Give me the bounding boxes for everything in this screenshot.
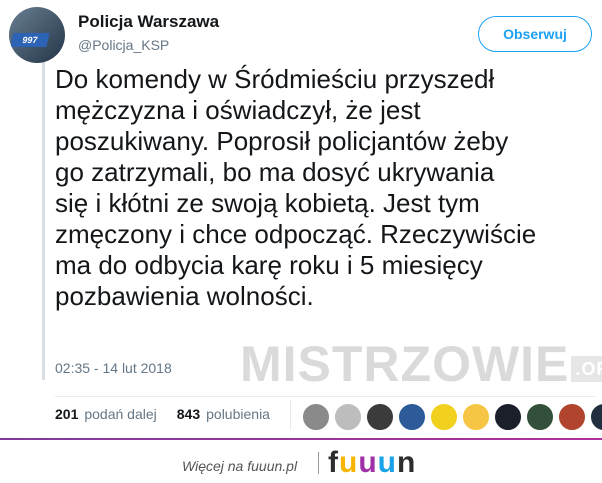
quote-rail — [42, 58, 45, 380]
tweet-line: mężczyzna i oświadczył, że jest — [55, 95, 421, 125]
logo-letter: u — [339, 446, 359, 479]
watermark: MISTRZOWIE .ORG — [240, 338, 602, 390]
liker-avatar[interactable] — [558, 403, 586, 431]
footer: Więcej na fuuun.pl fuuun — [0, 440, 602, 483]
retweets-label[interactable]: podań dalej — [84, 406, 156, 422]
liker-avatar[interactable] — [334, 403, 362, 431]
liker-avatar[interactable] — [590, 403, 602, 431]
liker-avatar[interactable] — [494, 403, 522, 431]
logo-letter: u — [358, 446, 378, 479]
author-handle[interactable]: @Policja_KSP — [78, 37, 169, 53]
liker-avatar[interactable] — [366, 403, 394, 431]
liker-avatar[interactable] — [462, 403, 490, 431]
left-rail — [0, 0, 46, 440]
tweet-line: Do komendy w Śródmieściu przyszedł — [55, 64, 495, 94]
liker-avatars — [302, 403, 602, 431]
avatar[interactable]: 997 — [9, 7, 65, 63]
liker-avatar[interactable] — [526, 403, 554, 431]
stats-divider-top — [55, 396, 595, 397]
watermark-text: MISTRZOWIE — [240, 336, 570, 392]
tweet-line: pozbawienia wolności. — [55, 281, 314, 311]
tweet-text: Do komendy w Śródmieściu przyszedł mężcz… — [55, 64, 595, 312]
footer-separator — [318, 452, 319, 474]
liker-avatar[interactable] — [430, 403, 458, 431]
engagement-stats: 201 podań dalej 843 polubienia — [55, 406, 270, 422]
liker-avatar[interactable] — [398, 403, 426, 431]
tweet-line: go zatrzymali, bo ma dosyć ukrywania — [55, 157, 495, 187]
footer-link[interactable]: Więcej na fuuun.pl — [182, 458, 297, 474]
logo-letter: f — [328, 446, 339, 479]
likes-count[interactable]: 843 — [177, 406, 200, 422]
tweet-line: się i kłótni ze swoją kobietą. Jest tym — [55, 188, 480, 218]
logo-letter: u — [377, 446, 397, 479]
follow-button[interactable]: Obserwuj — [478, 16, 592, 52]
avatar-badge: 997 — [10, 33, 50, 47]
liker-avatar[interactable] — [302, 403, 330, 431]
tweet-line: ma do odbycia karę roku i 5 miesięcy — [55, 250, 483, 280]
tweet-timestamp[interactable]: 02:35 - 14 lut 2018 — [55, 360, 172, 376]
likes-label[interactable]: polubienia — [206, 406, 270, 422]
retweets-count[interactable]: 201 — [55, 406, 78, 422]
watermark-org: .ORG — [571, 356, 602, 382]
tweet-line: poszukiwany. Poprosił policjantów żeby — [55, 126, 509, 156]
tweet-line: zmęczony i chce odpocząć. Rzeczywiście — [55, 219, 537, 249]
author-name[interactable]: Policja Warszawa — [78, 12, 219, 32]
stats-divider-vertical — [290, 400, 291, 430]
logo-letter: n — [396, 446, 417, 479]
fuuun-logo[interactable]: fuuun — [328, 446, 416, 480]
